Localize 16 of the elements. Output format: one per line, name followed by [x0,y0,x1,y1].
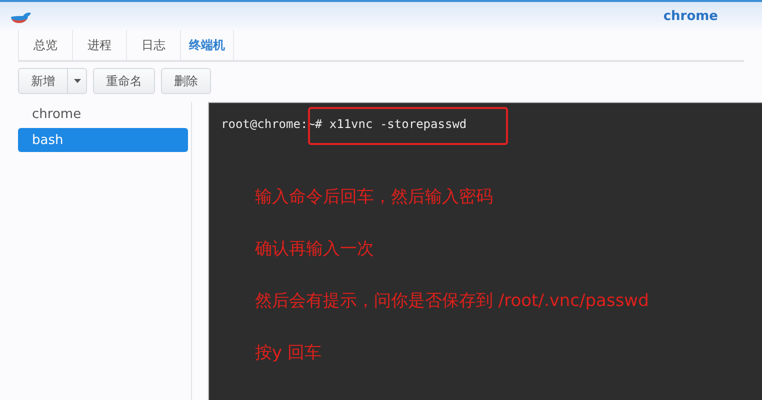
new-button[interactable]: 新增 [19,69,68,93]
sidebar-item[interactable]: bash [18,128,188,152]
annotation-text: 输入命令后回车，然后输入密码 [255,186,493,208]
tab[interactable]: 终端机 [180,30,234,60]
tab[interactable]: 进程 [72,30,126,60]
tab[interactable]: 总览 [18,30,72,60]
new-split-button[interactable]: 新增 [18,68,87,94]
tab[interactable]: 日志 [126,30,180,60]
sidebar-item[interactable]: chrome [18,102,188,126]
toolbar-button[interactable]: 重命名 [93,68,155,94]
annotation-text: 确认再输入一次 [255,238,374,260]
toolbar-button[interactable]: 删除 [161,68,211,94]
window-title: chrome [663,8,718,24]
caret-icon [74,79,80,83]
annotation-text: 然后会有提示，问你是否保存到 /root/.vnc/passwd [255,290,649,312]
annotation-text: 按y 回车 [255,342,322,364]
